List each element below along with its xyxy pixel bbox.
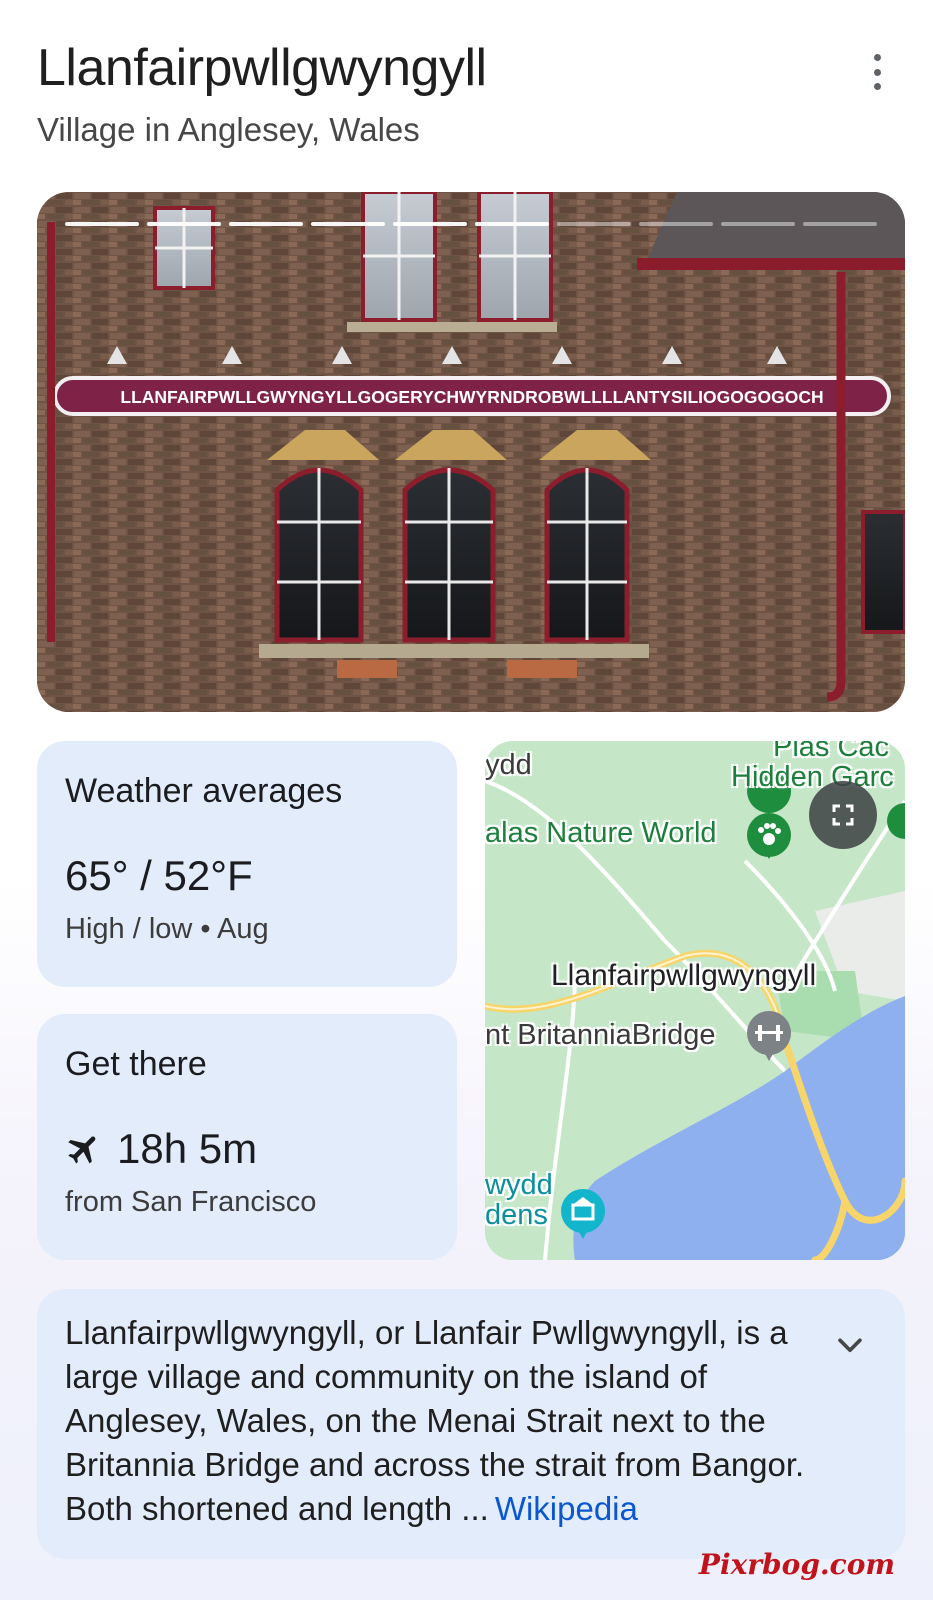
weather-averages-card[interactable]: Weather averages 65° / 52°F High / low •… [37, 741, 457, 987]
weather-card-title: Weather averages [65, 772, 343, 810]
station-photo: LLANFAIRPWLLGWYNGYLLGOGERYCHWYRNDROBWLLL… [37, 192, 905, 712]
map-label-bottom-2: dens [485, 1199, 548, 1231]
airplane-icon [68, 1136, 96, 1164]
more-vert-dot [873, 83, 881, 90]
map-preview[interactable]: ydd Plas Cac Hidden Garc alas Nature Wor… [485, 741, 905, 1260]
place-title: Llanfairpwllgwyngyll [37, 39, 487, 97]
travel-duration: 18h 5m [117, 1125, 258, 1172]
map-label-village: Llanfairpwllgwyngyll [551, 959, 817, 992]
travel-duration-row: 18h 5m [65, 1124, 429, 1174]
wikipedia-link[interactable]: Wikipedia [495, 1490, 638, 1527]
get-there-title: Get there [65, 1045, 207, 1083]
more-options-button[interactable] [865, 54, 889, 90]
station-sign-text: LLANFAIRPWLLGWYNGYLLGOGERYCHWYRNDROBWLLL… [120, 387, 823, 407]
chevron-down-icon[interactable] [833, 1329, 867, 1363]
description-text: Llanfairpwllgwyngyll, or Llanfair Pwllgw… [65, 1311, 819, 1531]
weather-temps: 65° / 52°F [65, 852, 253, 899]
more-vert-icon [873, 54, 881, 61]
map-label-top-left: ydd [485, 749, 532, 781]
place-subtitle: Village in Anglesey, Wales [37, 111, 420, 148]
carousel-segment [229, 222, 303, 226]
map-label-nature-world: alas Nature World [485, 817, 717, 849]
weather-caption: High / low • Aug [65, 913, 269, 945]
carousel-segment [393, 222, 467, 226]
description-body: Llanfairpwllgwyngyll, or Llanfair Pwllgw… [65, 1314, 805, 1527]
carousel-segment [147, 222, 221, 226]
map-label-plas-2: Hidden Garc [731, 761, 894, 793]
more-vert-dot [873, 68, 881, 76]
description-card[interactable]: Llanfairpwllgwyngyll, or Llanfair Pwllgw… [37, 1289, 905, 1559]
hero-photo-carousel[interactable]: LLANFAIRPWLLGWYNGYLLGOGERYCHWYRNDROBWLLL… [37, 192, 905, 712]
carousel-segment [639, 222, 713, 226]
expand-map-button[interactable] [809, 781, 877, 849]
watermark: Pixrbog.com [698, 1548, 895, 1581]
carousel-segment [557, 222, 631, 226]
carousel-progress [65, 222, 877, 226]
knowledge-panel-header: Llanfairpwllgwyngyll Village in Anglesey… [37, 36, 897, 150]
carousel-segment [311, 222, 385, 226]
get-there-card[interactable]: Get there 18h 5m from San Francisco [37, 1014, 457, 1260]
travel-origin: from San Francisco [65, 1186, 317, 1218]
carousel-segment [65, 222, 139, 226]
carousel-segment [721, 222, 795, 226]
carousel-segment [475, 222, 549, 226]
carousel-segment [803, 222, 877, 226]
map-label-bottom-1: wydd [485, 1169, 553, 1201]
fullscreen-icon [832, 804, 854, 826]
map-label-bridge: nt BritanniaBridge [485, 1019, 716, 1051]
